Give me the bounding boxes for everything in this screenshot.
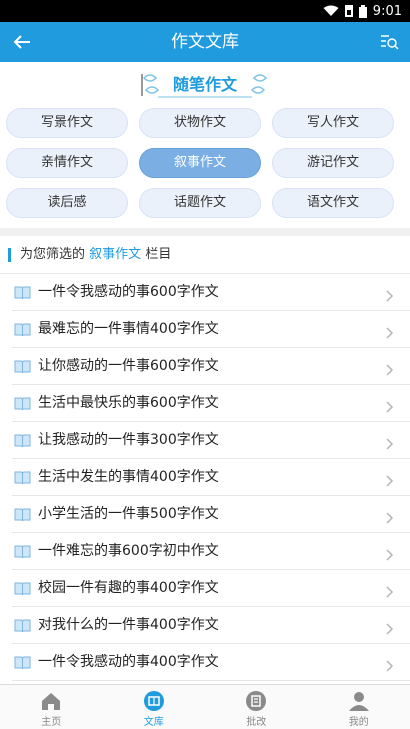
article-list-item[interactable]: 让你感动的一件事600字作文 xyxy=(0,348,410,385)
book-icon xyxy=(14,433,31,448)
article-title: 一件令我感动的事600字作文 xyxy=(38,284,219,300)
review-icon xyxy=(245,690,267,712)
article-title: 一件令我感动的事400字作文 xyxy=(38,654,219,670)
article-list-item[interactable]: 让我感动的一件事300字作文 xyxy=(0,422,410,459)
book-icon xyxy=(14,655,31,670)
article-title: 一件难忘的事600字初中作文 xyxy=(38,543,219,559)
category-chip[interactable]: 写人作文 xyxy=(272,108,394,138)
tab-label: 批改 xyxy=(246,717,267,728)
filter-category: 叙事作文 xyxy=(89,247,142,262)
tab-label: 主页 xyxy=(41,717,62,728)
article-list-item[interactable]: 一件难忘的事600字初中作文 xyxy=(0,533,410,570)
tab-library[interactable]: 文库 xyxy=(103,685,206,729)
category-chip[interactable]: 语文作文 xyxy=(272,188,394,218)
category-chip[interactable]: 游记作文 xyxy=(272,148,394,178)
category-chip[interactable]: 话题作文 xyxy=(139,188,261,218)
app-bar: 作文文库 xyxy=(0,22,410,62)
battery-icon xyxy=(358,4,367,18)
category-chip[interactable]: 亲情作文 xyxy=(6,148,128,178)
article-title: 对我什么的一件事400字作文 xyxy=(38,617,219,633)
page-title: 作文文库 xyxy=(171,32,239,52)
book-icon xyxy=(14,544,31,559)
category-chip[interactable]: 写景作文 xyxy=(6,108,128,138)
banner-title: 随笔作文 xyxy=(172,75,237,94)
home-icon xyxy=(40,690,62,712)
filter-prefix: 为您筛选的 xyxy=(20,247,86,262)
row-divider xyxy=(12,680,410,681)
chevron-right-icon xyxy=(386,583,394,598)
chevron-right-icon xyxy=(386,546,394,561)
filter-accent-bar xyxy=(8,248,11,262)
category-chip[interactable]: 状物作文 xyxy=(139,108,261,138)
section-banner: 随笔作文 xyxy=(0,62,410,108)
chevron-right-icon xyxy=(386,472,394,487)
library-icon xyxy=(143,690,165,712)
book-icon xyxy=(14,470,31,485)
tab-label: 我的 xyxy=(348,717,369,728)
wifi-icon xyxy=(323,5,339,17)
tab-profile[interactable]: 我的 xyxy=(308,685,410,729)
book-icon xyxy=(14,322,31,337)
search-list-icon[interactable] xyxy=(378,31,400,53)
article-title: 校园一件有趣的事400字作文 xyxy=(38,580,219,596)
filter-suffix: 栏目 xyxy=(145,247,172,262)
filter-caption: 为您筛选的 叙事作文 栏目 xyxy=(20,236,171,274)
article-list-item[interactable]: 生活中发生的事情400字作文 xyxy=(0,459,410,496)
bottom-tab-bar: 主页 文库 批改 我的 xyxy=(0,684,410,729)
section-divider xyxy=(0,228,410,236)
chevron-right-icon xyxy=(386,324,394,339)
article-title: 最难忘的一件事情400字作文 xyxy=(38,321,219,337)
tab-review[interactable]: 批改 xyxy=(205,685,308,729)
article-title: 让你感动的一件事600字作文 xyxy=(38,358,219,374)
book-icon xyxy=(14,396,31,411)
filter-header: 为您筛选的 叙事作文 栏目 xyxy=(0,236,410,274)
sim-icon xyxy=(344,5,353,17)
tab-home[interactable]: 主页 xyxy=(0,685,103,729)
banner-frame: 随笔作文 xyxy=(140,70,270,100)
category-chip[interactable]: 读后感 xyxy=(6,188,128,218)
chevron-right-icon xyxy=(386,398,394,413)
article-title: 生活中发生的事情400字作文 xyxy=(38,469,219,485)
article-list-item[interactable]: 校园一件有趣的事400字作文 xyxy=(0,570,410,607)
article-list-item[interactable]: 一件令我感动的事600字作文 xyxy=(0,274,410,311)
category-grid: 写景作文 状物作文 写人作文 亲情作文 叙事作文 游记作文 读后感 话题作文 语… xyxy=(0,108,410,226)
book-icon xyxy=(14,581,31,596)
article-title: 小学生活的一件事500字作文 xyxy=(38,506,219,522)
chevron-right-icon xyxy=(386,435,394,450)
book-icon xyxy=(14,359,31,374)
article-list: 一件令我感动的事600字作文 最难忘的一件事情400字作文 让你感动的一件事600字… xyxy=(0,274,410,681)
article-list-item[interactable]: 一件令我感动的事400字作文 xyxy=(0,644,410,681)
article-list-item[interactable]: 生活中最快乐的事600字作文 xyxy=(0,385,410,422)
tab-label: 文库 xyxy=(143,717,164,728)
book-icon xyxy=(14,507,31,522)
status-bar: 9:01 xyxy=(0,0,410,22)
book-icon xyxy=(14,285,31,300)
article-list-item[interactable]: 对我什么的一件事400字作文 xyxy=(0,607,410,644)
chevron-right-icon xyxy=(386,509,394,524)
category-chip-active[interactable]: 叙事作文 xyxy=(139,148,261,178)
article-list-item[interactable]: 小学生活的一件事500字作文 xyxy=(0,496,410,533)
chevron-right-icon xyxy=(386,361,394,376)
book-icon xyxy=(14,618,31,633)
profile-icon xyxy=(348,690,370,712)
status-time: 9:01 xyxy=(372,3,402,19)
chevron-right-icon xyxy=(386,657,394,672)
chevron-right-icon xyxy=(386,620,394,635)
article-list-item[interactable]: 最难忘的一件事情400字作文 xyxy=(0,311,410,348)
chevron-right-icon xyxy=(386,287,394,302)
article-title: 生活中最快乐的事600字作文 xyxy=(38,395,219,411)
article-title: 让我感动的一件事300字作文 xyxy=(38,432,219,448)
